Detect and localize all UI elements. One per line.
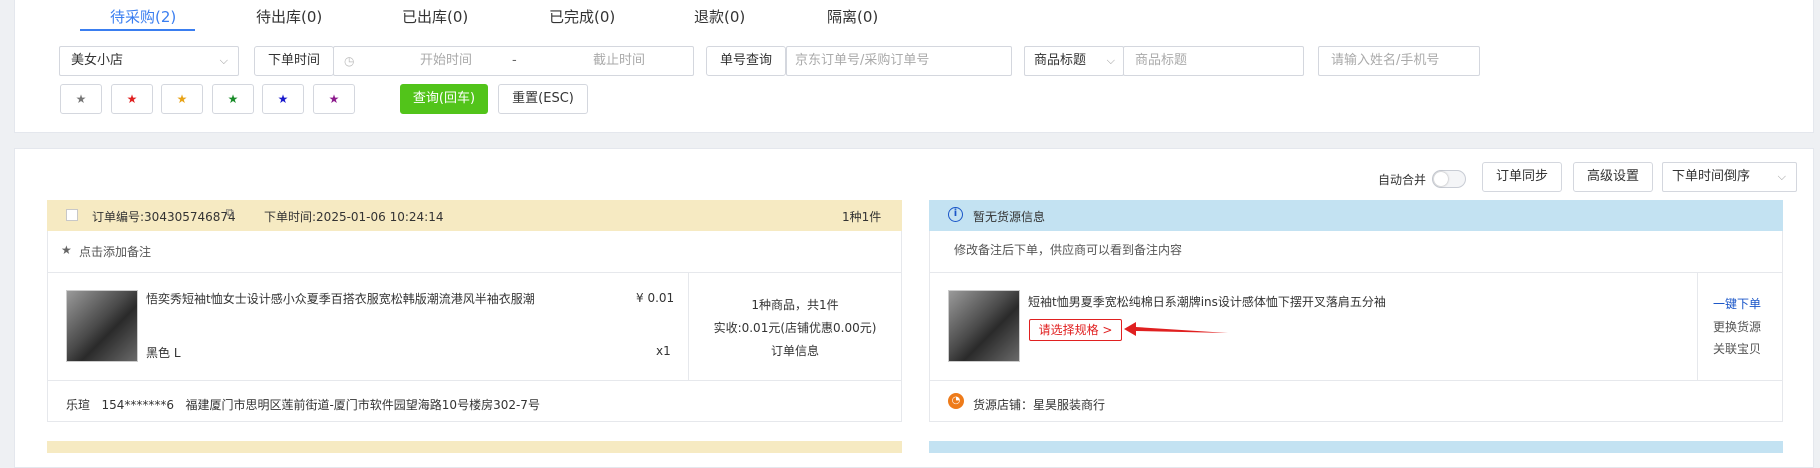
product-title-select[interactable]: 商品标题 ⌵: [1024, 46, 1124, 76]
divider: [47, 272, 902, 273]
copy-icon[interactable]: ⧉: [226, 206, 234, 220]
star-icon: ★: [328, 92, 340, 106]
shop-select-value: 美女小店: [71, 53, 124, 68]
source-store: 货源店铺：星昊服装商行: [973, 398, 1106, 412]
buyer-address: 福建厦门市思明区莲前街道-厦门市软件园望海路10号楼房302-7号: [185, 398, 540, 412]
product-thumbnail[interactable]: [66, 290, 138, 362]
next-order-header: [47, 441, 902, 453]
tab-quarantine[interactable]: 隔离(0): [827, 6, 878, 27]
order-time: 下单时间:2025-01-06 10:24:14: [264, 210, 444, 224]
star-icon: ★: [176, 92, 188, 106]
order-count-summary: 1种1件: [842, 210, 882, 224]
active-tab-indicator: [80, 29, 195, 31]
star-flag-gray[interactable]: ★: [60, 84, 102, 114]
star-flag-purple[interactable]: ★: [313, 84, 355, 114]
shop-select[interactable]: 美女小店 ⌵: [59, 46, 239, 76]
star-flag-red[interactable]: ★: [111, 84, 153, 114]
star-flag-orange[interactable]: ★: [161, 84, 203, 114]
star-icon: ★: [61, 243, 72, 257]
divider: [1697, 272, 1698, 380]
reset-button[interactable]: 重置(ESC): [498, 84, 588, 114]
info-icon: i: [948, 207, 963, 222]
order-sync-button[interactable]: 订单同步: [1482, 162, 1562, 192]
chevron-down-icon: ⌵: [1106, 54, 1115, 67]
product-title-input[interactable]: 商品标题: [1123, 46, 1304, 76]
date-range-input[interactable]: ◷ 开始时间 - 截止时间: [333, 46, 694, 76]
date-separator: -: [512, 53, 517, 68]
order-time-label: 下单时间: [254, 46, 334, 76]
clock-icon: ◷: [344, 54, 355, 68]
end-date-input[interactable]: 截止时间: [569, 47, 669, 75]
chevron-down-icon: ⌵: [219, 54, 228, 67]
star-icon: ★: [277, 92, 289, 106]
divider: [929, 380, 1783, 381]
order-summary-line1: 1种商品，共1件: [751, 298, 839, 312]
buyer-info: 乐瑄 154*******6 福建厦门市思明区莲前街道-厦门市软件园望海路10号…: [66, 396, 540, 413]
tab-completed[interactable]: 已完成(0): [549, 6, 615, 27]
product-qty: x1: [656, 344, 671, 358]
name-phone-input[interactable]: 请输入姓名/手机号: [1318, 46, 1480, 76]
tab-pending-purchase[interactable]: 待采购(2): [110, 6, 176, 27]
start-date-input[interactable]: 开始时间: [396, 47, 496, 75]
one-click-order-link[interactable]: 一键下单: [1713, 295, 1761, 312]
divider: [47, 380, 902, 381]
order-number-input[interactable]: 京东订单号/采购订单号: [786, 46, 1012, 76]
auto-merge-toggle[interactable]: [1432, 170, 1466, 188]
source-header-text: 暂无货源信息: [973, 210, 1046, 224]
source-product-thumbnail[interactable]: [948, 290, 1020, 362]
source-card: [929, 200, 1783, 422]
select-spec-button[interactable]: 请选择规格 >: [1029, 319, 1122, 341]
store-icon: ◔: [948, 393, 964, 409]
query-button[interactable]: 查询(回车): [400, 84, 488, 114]
chevron-down-icon: ⌵: [1777, 170, 1786, 183]
tab-refund[interactable]: 退款(0): [694, 6, 745, 27]
buyer-name: 乐瑄: [66, 398, 91, 412]
product-title[interactable]: 悟奕秀短袖t恤女士设计感小众夏季百搭衣服宽松韩版潮流港风半袖衣服潮: [146, 290, 646, 307]
advanced-settings-button[interactable]: 高级设置: [1573, 162, 1653, 192]
product-price: ¥ 0.01: [636, 291, 675, 305]
source-note: 修改备注后下单，供应商可以看到备注内容: [954, 243, 1183, 257]
tab-shipped[interactable]: 已出库(0): [402, 6, 468, 27]
sort-select[interactable]: 下单时间倒序 ⌵: [1662, 162, 1797, 192]
buyer-phone: 154*******6: [101, 398, 175, 412]
product-spec: 黑色 L: [146, 346, 181, 360]
star-icon: ★: [126, 92, 138, 106]
order-query-label: 单号查询: [706, 46, 786, 76]
order-checkbox[interactable]: [66, 209, 78, 221]
change-source-link[interactable]: 更换货源: [1713, 318, 1761, 335]
auto-merge-label: 自动合并: [1378, 173, 1427, 187]
arrow-left-icon: [1124, 322, 1228, 336]
add-note-link[interactable]: 点击添加备注: [79, 243, 151, 260]
star-icon: ★: [75, 92, 87, 106]
source-header: [929, 200, 1783, 231]
order-number: 订单编号:304305746874: [92, 210, 236, 224]
next-source-header: [929, 441, 1783, 453]
star-flag-blue[interactable]: ★: [262, 84, 304, 114]
product-title-select-value: 商品标题: [1034, 53, 1087, 68]
divider: [929, 272, 1783, 273]
order-summary-line2: 实收:0.01元(店铺优惠0.00元): [713, 321, 877, 335]
star-icon: ★: [227, 92, 239, 106]
link-product-link[interactable]: 关联宝贝: [1713, 340, 1761, 357]
star-flag-green[interactable]: ★: [212, 84, 254, 114]
tab-pending-outbound[interactable]: 待出库(0): [256, 6, 322, 27]
order-info-link[interactable]: 订单信息: [689, 342, 901, 359]
sort-select-value: 下单时间倒序: [1672, 169, 1751, 184]
source-product-title[interactable]: 短袖t恤男夏季宽松纯棉日系潮牌ins设计感体恤下摆开叉落肩五分袖: [1028, 293, 1588, 310]
